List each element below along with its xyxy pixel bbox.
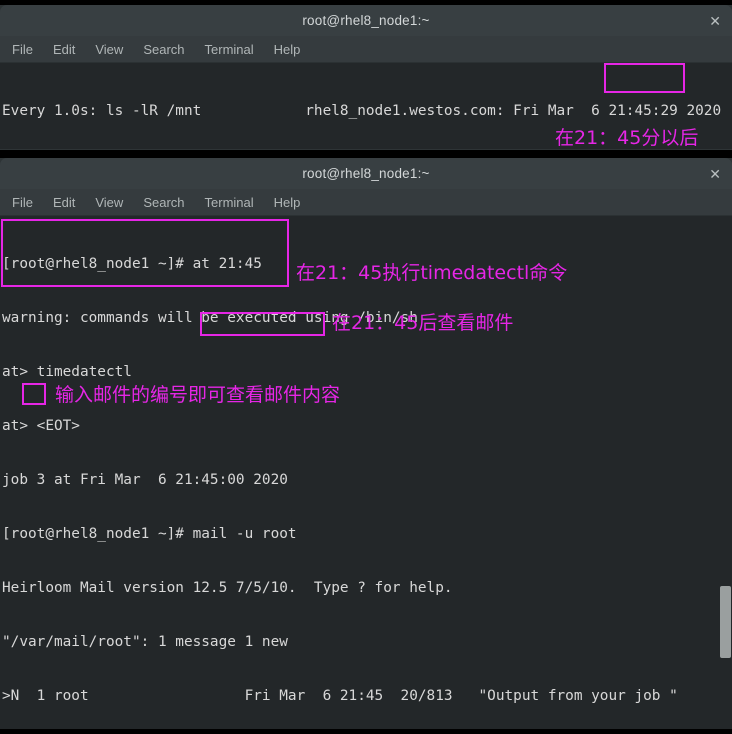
close-icon[interactable]: ✕ xyxy=(709,167,721,181)
terminal-window-main: root@rhel8_node1:~ ✕ File Edit View Sear… xyxy=(0,158,732,729)
terminal-line: job 3 at Fri Mar 6 21:45:00 2020 xyxy=(2,472,288,488)
terminal-window-watch: root@rhel8_node1:~ ✕ File Edit View Sear… xyxy=(0,5,732,150)
menu-item-view[interactable]: View xyxy=(95,195,123,210)
menu-item-search[interactable]: Search xyxy=(143,195,184,210)
terminal-line: "/var/mail/root": 1 message 1 new xyxy=(2,634,288,650)
scrollbar-main[interactable] xyxy=(719,216,732,729)
menu-item-file[interactable]: File xyxy=(12,42,33,57)
menu-item-edit[interactable]: Edit xyxy=(53,195,75,210)
menu-item-edit[interactable]: Edit xyxy=(53,42,75,57)
window-title: root@rhel8_node1:~ xyxy=(302,166,430,181)
menu-item-help[interactable]: Help xyxy=(274,195,301,210)
terminal-line: [root@rhel8_node1 ~]# mail -u root xyxy=(2,526,297,542)
menu-item-terminal[interactable]: Terminal xyxy=(205,42,254,57)
menubar-watch: File Edit View Search Terminal Help xyxy=(0,36,732,63)
terminal-output-main[interactable]: [root@rhel8_node1 ~]# at 21:45 warning: … xyxy=(0,216,732,729)
terminal-output-watch[interactable]: Every 1.0s: ls -lR /mnt rhel8_node1.west… xyxy=(0,63,732,149)
terminal-line: >N 1 root Fri Mar 6 21:45 20/813 "Output… xyxy=(2,688,678,704)
scrollbar-thumb[interactable] xyxy=(720,586,731,658)
titlebar-main[interactable]: root@rhel8_node1:~ ✕ xyxy=(0,158,732,189)
menu-item-terminal[interactable]: Terminal xyxy=(205,195,254,210)
menubar-main: File Edit View Search Terminal Help xyxy=(0,189,732,216)
menu-item-view[interactable]: View xyxy=(95,42,123,57)
terminal-line: at> timedatectl xyxy=(2,364,132,380)
menu-item-help[interactable]: Help xyxy=(274,42,301,57)
window-title: root@rhel8_node1:~ xyxy=(302,13,430,28)
terminal-line: Every 1.0s: ls -lR /mnt rhel8_node1.west… xyxy=(2,103,722,119)
menu-item-search[interactable]: Search xyxy=(143,42,184,57)
close-icon[interactable]: ✕ xyxy=(709,14,721,28)
terminal-line: [root@rhel8_node1 ~]# at 21:45 xyxy=(2,256,262,272)
terminal-line: at> <EOT> xyxy=(2,418,80,434)
menu-item-file[interactable]: File xyxy=(12,195,33,210)
screen: root@rhel8_node1:~ ✕ File Edit View Sear… xyxy=(0,0,732,734)
titlebar-watch[interactable]: root@rhel8_node1:~ ✕ xyxy=(0,5,732,36)
terminal-line: Heirloom Mail version 12.5 7/5/10. Type … xyxy=(2,580,453,596)
terminal-line: warning: commands will be executed using… xyxy=(2,310,418,326)
